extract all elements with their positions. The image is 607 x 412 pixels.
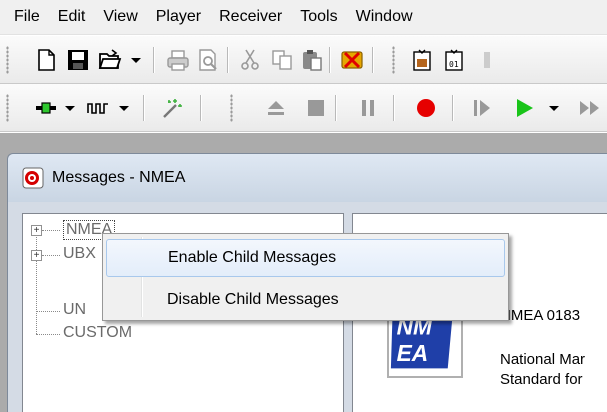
save-icon[interactable] [66,48,90,72]
menu-receiver[interactable]: Receiver [211,8,292,26]
svg-text:EA: EA [397,340,429,366]
menu-file[interactable]: File [6,8,50,26]
tree-item-label: UN [63,301,87,318]
chevron-down-icon[interactable] [118,100,130,116]
tree-item-label: CUSTOM [63,324,133,341]
toolbar-separator [143,95,145,121]
menu-edit[interactable]: Edit [50,8,96,26]
paste-icon[interactable] [300,48,324,72]
toolbar-separator [335,95,337,121]
export-icon[interactable] [410,48,434,72]
toolbar-grip[interactable] [6,94,9,122]
menu-item-enable-child-messages[interactable]: Enable Child Messages [106,239,505,277]
toolbar-overflow-icon[interactable] [474,48,498,72]
toolbar-grip[interactable] [230,94,233,122]
toolbar-separator [393,95,395,121]
message-description-line: National Mar [500,351,586,368]
message-heading: NMEA 0183 [500,307,581,324]
chevron-down-icon[interactable] [548,100,560,116]
tree-item-label: UBX [63,245,96,262]
window-title: Messages - NMEA [52,169,186,186]
new-file-icon[interactable] [34,48,58,72]
toolbar-grip[interactable] [6,46,9,74]
chevron-down-icon[interactable] [64,100,76,116]
eject-icon[interactable] [264,96,288,120]
toolbar-separator [153,47,155,73]
player-toolbar [0,84,607,132]
toolbar-separator [200,95,202,121]
menu-item-disable-child-messages[interactable]: Disable Child Messages [106,281,505,319]
cut-icon[interactable] [238,48,262,72]
copy-icon[interactable] [270,48,294,72]
toolbar-grip[interactable] [392,46,395,74]
autobaud-icon[interactable] [160,96,184,120]
expand-icon[interactable]: + [31,225,42,236]
context-menu: Enable Child Messages Disable Child Mess… [102,233,509,321]
pause-icon[interactable] [356,96,380,120]
menu-bar: File Edit View Player Receiver Tools Win… [0,0,607,35]
stop-icon[interactable] [304,96,328,120]
open-folder-icon[interactable] [98,48,122,72]
menu-window[interactable]: Window [348,8,423,26]
window-titlebar[interactable]: Messages - NMEA [8,154,607,202]
menu-view[interactable]: View [95,8,147,26]
record-icon[interactable] [414,96,438,120]
baudrate-icon[interactable] [86,96,110,120]
print-preview-icon[interactable] [196,48,220,72]
export-binary-icon[interactable]: 01 [442,48,466,72]
menu-tools[interactable]: Tools [292,8,347,26]
play-icon[interactable] [512,96,536,120]
step-forward-icon[interactable] [470,96,494,120]
connection-icon[interactable] [34,96,58,120]
stop-logging-icon[interactable] [340,48,364,72]
svg-text:01: 01 [449,60,459,69]
tree-item-custom[interactable]: CUSTOM [23,323,323,345]
toolbar-separator [329,47,331,73]
menu-player[interactable]: Player [148,8,211,26]
chevron-down-icon[interactable] [130,52,142,68]
message-description-line: Standard for [500,371,583,388]
toolbar-separator [372,47,374,73]
app-icon [22,167,44,189]
standard-toolbar: 01 [0,36,607,84]
fast-forward-icon[interactable] [578,96,602,120]
toolbar-separator [227,47,229,73]
expand-icon[interactable]: + [31,250,42,261]
print-icon[interactable] [166,48,190,72]
toolbar-separator [452,95,454,121]
